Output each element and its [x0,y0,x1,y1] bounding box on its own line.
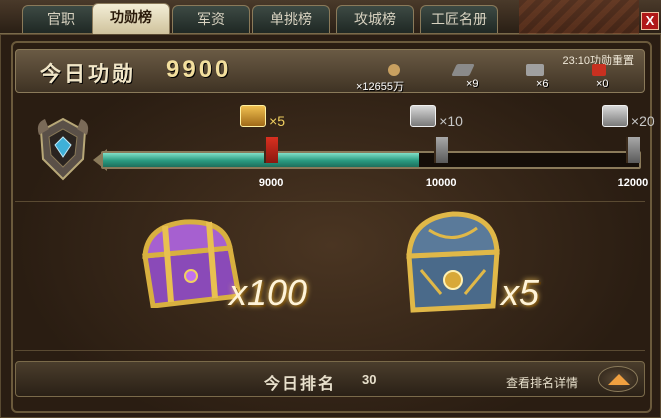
rank-emblem-icon [37,117,89,181]
tab-official-rank[interactable]: 官职 [22,5,100,33]
resource-weapons-text: ×6 [536,78,549,90]
milestone-count-0: ×5 [269,113,286,129]
expand-up-button[interactable] [598,366,638,392]
silver-chest-icon[interactable] [601,105,628,127]
gold-chest-icon[interactable] [240,105,267,127]
milestone-label-2: 12000 [617,177,649,189]
view-rank-details-link[interactable]: 查看排名详情 [506,374,578,391]
today-rank-label: 今日排名 [264,376,337,393]
merit-header: 今日功勋 9900 23:10功勋重置 ×12655万 ×9 ×6 ×0 [15,49,645,93]
ornate-chest-qty: x5 [501,272,540,313]
merit-progress: ×5 9000 ×10 10000 ×20 12000 [15,101,655,193]
arrow-up-icon [608,374,630,385]
weapons-icon [526,64,544,76]
today-rank-value: 30 [362,372,377,387]
today-merit-value: 9900 [166,56,232,83]
iron-ingot-icon [451,64,475,76]
banner-icon [592,64,606,76]
resource-weapons: ×6 [524,64,564,92]
ranking-bar: 今日排名 30 查看排名详情 [15,361,645,397]
main-panel: 今日功勋 9900 23:10功勋重置 ×12655万 ×9 ×6 ×0 ×5 … [0,34,661,418]
tab-siege-ranking[interactable]: 攻城榜 [336,5,414,33]
coin-icon [388,64,400,76]
milestone-label-0: 9000 [258,177,284,189]
tab-duel-ranking[interactable]: 单挑榜 [252,5,330,33]
resource-coin-text: ×12655万 [356,81,405,93]
tab-military-supplies[interactable]: 军资 [172,5,250,33]
silver-chest-icon[interactable] [410,105,437,127]
milestone-label-1: 10000 [425,177,457,189]
resource-coin: ×12655万 [356,64,436,93]
resource-iron-text: ×9 [466,78,479,90]
milestone-count-1: ×10 [439,113,463,129]
resource-iron: ×9 [451,64,502,92]
purple-chest-qty: x100 [229,272,308,313]
close-button[interactable]: X [641,12,659,30]
background-scenery [519,0,639,34]
ornate-blue-chest-icon[interactable] [401,206,505,316]
milestone-flag-icon [264,137,279,163]
milestone-count-2: ×20 [630,113,655,129]
tab-bar: 官职 功勋榜 军资 单挑榜 攻城榜 工匠名册 X [0,0,661,34]
today-merit-label: 今日功勋 [40,63,136,86]
progress-bar [101,151,641,169]
progress-bar-fill [103,153,420,167]
milestone-flag-icon [625,137,640,163]
reward-display: x100 x5 [15,201,645,351]
milestone-flag-icon [434,137,449,163]
tab-craftsman-roster[interactable]: 工匠名册 [420,5,498,33]
tab-merit-ranking[interactable]: 功勋榜 [92,3,170,34]
resource-banner-text: ×0 [596,78,609,90]
resource-banner: ×0 [590,64,630,92]
